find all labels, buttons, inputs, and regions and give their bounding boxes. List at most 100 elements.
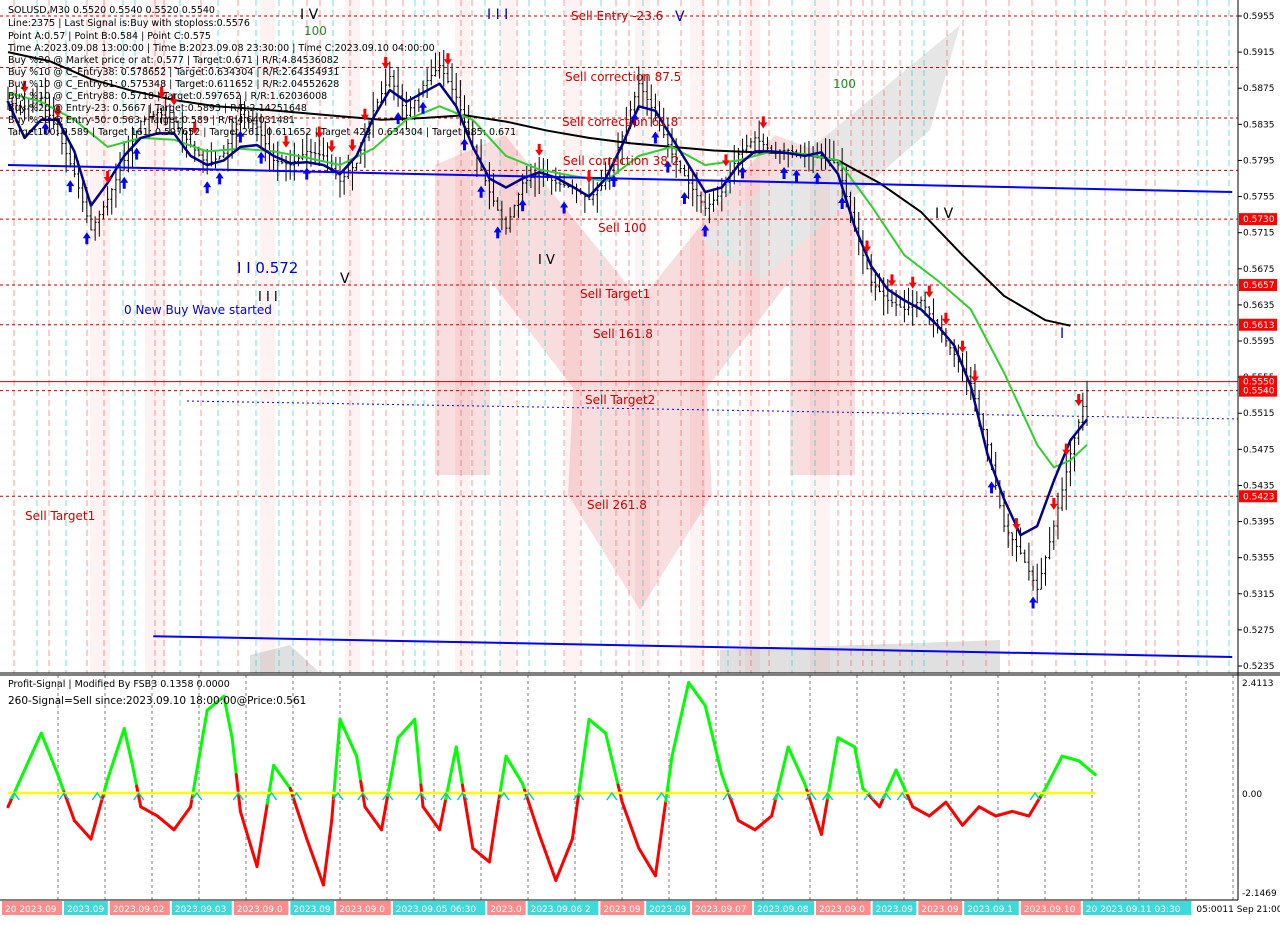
time-label: 2023.09 — [921, 905, 958, 915]
osc-segment-up — [357, 767, 363, 783]
sell-correction-875-label: Sell correction 87.5 — [565, 70, 681, 84]
osc-segment-up — [392, 747, 398, 763]
osc-segment-down — [326, 835, 332, 855]
osc-segment-down — [261, 814, 267, 831]
buy-arrow — [302, 167, 311, 180]
price-tag-label: 0.5423 — [1243, 492, 1275, 502]
osc-segment-up — [193, 769, 199, 785]
osc-segment-down — [492, 819, 498, 836]
osc-segment-down — [660, 814, 666, 833]
wave-v-top-label: V — [675, 9, 685, 25]
osc-segment-up — [859, 776, 865, 790]
osc-segment-up — [579, 762, 585, 781]
osc-segment-down — [255, 852, 261, 869]
chart-window: Sell Entry -23.6 Sell correction 87.5 Se… — [0, 0, 1280, 920]
time-label: 20 2023.09 — [5, 905, 57, 915]
sell-arrow — [721, 154, 730, 167]
wave-iv-mid-label: I V — [538, 253, 555, 268]
price-tick-label: 0.5235 — [1243, 662, 1275, 672]
price-tick-label: 0.5435 — [1243, 481, 1275, 491]
osc-segment-up — [855, 755, 861, 770]
time-label: 2023.0 — [490, 905, 522, 915]
osc-segment-up — [450, 755, 456, 770]
price-tick-label: 0.5875 — [1243, 84, 1275, 94]
header-line: Buy %20 @ Entry-23: 0.5667 | Target:0.58… — [8, 103, 307, 114]
osc-segment-down — [328, 819, 334, 839]
wave-iii-label: I I I — [258, 290, 278, 305]
osc-segment-up — [232, 754, 238, 777]
time-label: 2023.09.0 — [819, 905, 865, 915]
osc-segment-up — [336, 717, 342, 747]
wave-iv-right-label: I V — [935, 206, 954, 222]
osc-segment-up — [458, 770, 464, 787]
osc-segment-up — [267, 776, 274, 793]
time-label: 2023.09.0 — [339, 905, 385, 915]
session-band — [810, 0, 830, 673]
osc-segment-up — [332, 768, 338, 797]
osc-segment-down — [257, 839, 263, 856]
osc-segment-up — [201, 720, 207, 736]
osc-segment-up — [666, 769, 672, 788]
price-tick-label: 0.5915 — [1243, 48, 1275, 58]
osc-segment-down — [469, 834, 475, 850]
osc-segment-up — [131, 763, 137, 778]
osc-segment-down — [384, 793, 390, 809]
osc-segment-up — [446, 776, 452, 790]
time-label: 2023.09.06 2 — [531, 905, 591, 915]
osc-segment-up — [857, 766, 863, 780]
price-tick-label: 0.5475 — [1243, 445, 1275, 455]
sell-arrow — [970, 370, 979, 383]
osc-segment-down — [137, 794, 143, 809]
header-line: Target100: 0.589 | Target 161: 0.597652 … — [7, 127, 516, 138]
wave-100b-label: 100 — [833, 77, 856, 91]
sell-arrow — [535, 143, 544, 156]
wave-i-right-label: I — [1060, 326, 1064, 342]
osc-segment-down — [824, 796, 830, 812]
osc-segment-up — [224, 705, 230, 719]
sell-arrow — [381, 56, 390, 69]
sell-arrow — [958, 340, 967, 353]
osc-segment-down — [494, 805, 500, 823]
sell-arrow — [1074, 394, 1083, 406]
price-tick-label: 0.5355 — [1243, 554, 1275, 564]
price-tick-label: 0.5955 — [1243, 12, 1275, 22]
session-band — [345, 0, 360, 673]
osc-segment-up — [500, 767, 506, 783]
wave-iii-top-label: I I I — [487, 7, 508, 23]
osc-segment-down — [489, 832, 496, 850]
osc-segment-up — [828, 772, 834, 788]
osc-axis-bottom: -2.1469 — [1242, 889, 1277, 899]
support-dotted-line — [186, 400, 1239, 420]
price-tag-label: 0.5657 — [1243, 281, 1275, 291]
session-band — [745, 0, 760, 673]
osc-segment-up — [832, 748, 838, 764]
buy-arrow — [132, 147, 141, 160]
osc-segment-down — [380, 816, 386, 832]
osc-segment-up — [394, 736, 400, 751]
time-label: 2023.09.07 — [695, 905, 747, 915]
osc-segment-down — [323, 851, 330, 871]
osc-segment-up — [197, 744, 203, 760]
time-axis: 20 2023.09 2023.09 2023.09.02 2023.09.03 202… — [2, 901, 1280, 915]
sell-target1-label: Sell Target1 — [580, 287, 650, 301]
session-band — [455, 0, 470, 673]
time-label: 2023.09 — [67, 905, 104, 915]
price-tick-label: 0.5595 — [1243, 337, 1275, 347]
osc-segment-down — [440, 807, 446, 821]
time-label: 2023.09 — [603, 905, 640, 915]
osc-segment-up — [583, 732, 589, 751]
osc-segment-down — [819, 820, 825, 836]
price-axis: 0.5955 0.5915 0.5875 0.5835 0.5795 0.5755 0.57… — [1238, 12, 1275, 672]
osc-segment-down — [382, 805, 388, 820]
osc-segment-up — [581, 747, 587, 766]
osc-segment-up — [413, 717, 419, 743]
time-label: 2023.09 — [293, 905, 330, 915]
time-label: 2023.09.08 — [757, 905, 809, 915]
indicator-signal-text: 260-Signal=Sell since:2023.09.10 18:00:0… — [8, 695, 306, 707]
buy-arrow — [82, 232, 91, 245]
time-label: 2023.09 — [649, 905, 686, 915]
sell-arrow — [585, 171, 593, 184]
time-label: 20 2023.09.11 03:30 — [1086, 905, 1181, 915]
osc-segment-down — [465, 808, 471, 825]
sell-arrow — [941, 312, 950, 325]
